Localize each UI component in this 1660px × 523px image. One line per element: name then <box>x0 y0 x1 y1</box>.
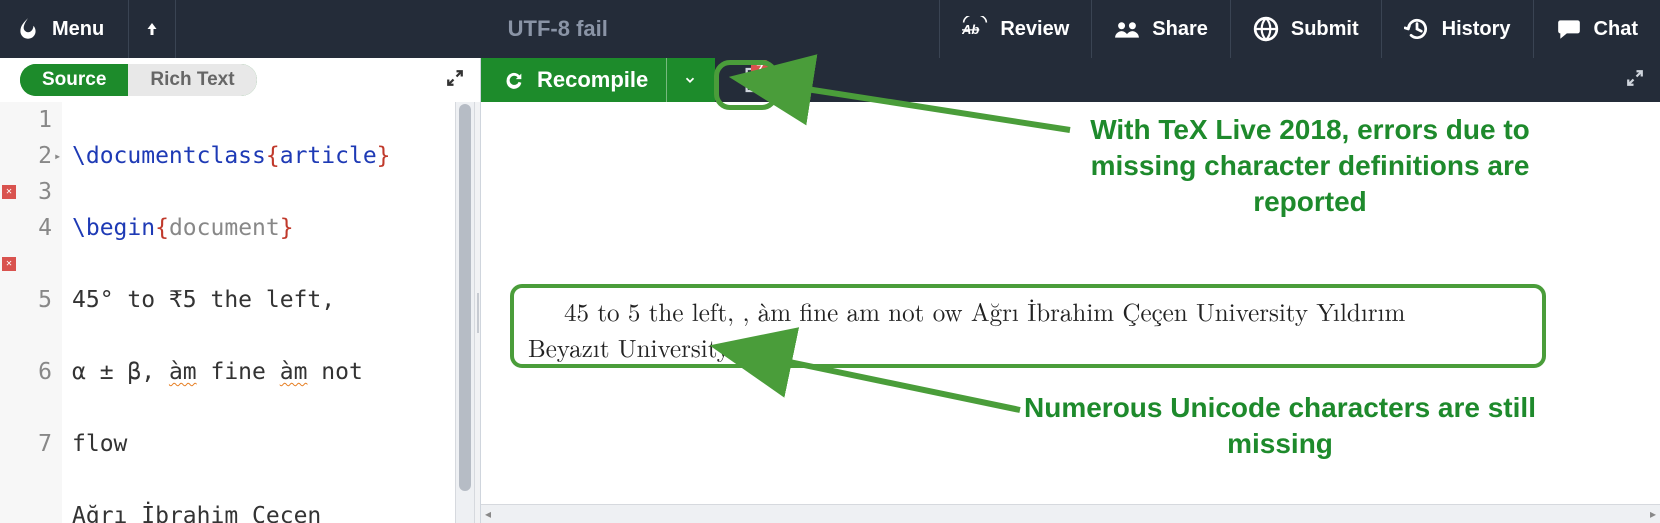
line-number: 4 <box>16 210 52 246</box>
share-icon <box>1114 16 1140 42</box>
menu-button[interactable]: Menu <box>46 0 128 58</box>
download-icon <box>788 69 810 91</box>
line-number: 7 <box>16 426 52 462</box>
recompile-dropdown-icon[interactable] <box>666 58 697 102</box>
preview-toolbar: Recompile 7 <box>481 58 1660 102</box>
chat-button[interactable]: Chat <box>1533 0 1660 58</box>
share-label: Share <box>1152 18 1208 41</box>
editor-pane: Source Rich Text 1 2 3 4 5 6 <box>0 58 481 523</box>
error-marker-icon[interactable] <box>2 257 16 271</box>
top-actions: Ab Review Share Submit History Chat <box>939 0 1660 58</box>
recompile-button[interactable]: Recompile <box>481 58 715 102</box>
chat-icon <box>1556 16 1582 42</box>
line-number: 3 <box>16 174 52 210</box>
pdf-output-highlight: 45 to 5 the left, , àm fine am not ow Ağ… <box>510 284 1546 368</box>
overleaf-logo-icon[interactable] <box>10 0 46 58</box>
code-content[interactable]: \documentclass{article} \begin{document}… <box>62 102 455 523</box>
review-icon: Ab <box>962 16 988 42</box>
menu-label: Menu <box>52 18 104 41</box>
submit-label: Submit <box>1291 18 1359 41</box>
line-number: 2 <box>16 138 52 174</box>
line-number <box>16 318 52 354</box>
logs-button[interactable]: 7 <box>727 58 781 102</box>
refresh-icon <box>503 69 525 91</box>
error-gutter <box>0 102 16 523</box>
download-pdf-button[interactable] <box>781 58 817 102</box>
line-number: 1 <box>16 102 52 138</box>
annotation-text-1: With TeX Live 2018, errors due to missin… <box>1070 112 1550 220</box>
line-number: 5 <box>16 282 52 318</box>
submit-button[interactable]: Submit <box>1230 0 1381 58</box>
history-label: History <box>1442 18 1511 41</box>
chat-label: Chat <box>1594 18 1638 41</box>
editor-vertical-scrollbar[interactable] <box>455 102 474 523</box>
line-number-gutter: 1 2 3 4 5 6 7 <box>16 102 62 523</box>
line-number <box>16 246 52 282</box>
pane-resize-handle[interactable] <box>474 102 480 523</box>
expand-editor-icon[interactable] <box>446 69 464 92</box>
history-icon <box>1404 16 1430 42</box>
annotation-text-2: Numerous Unicode characters are still mi… <box>1010 390 1550 462</box>
editor-tab-bar: Source Rich Text <box>0 58 480 102</box>
share-button[interactable]: Share <box>1091 0 1230 58</box>
recompile-label: Recompile <box>537 67 648 93</box>
review-label: Review <box>1000 18 1069 41</box>
review-button[interactable]: Ab Review <box>939 0 1091 58</box>
back-to-projects-button[interactable] <box>128 0 176 58</box>
pdf-text-line: Beyazıt University <box>528 330 730 365</box>
line-number: 6 <box>16 354 52 390</box>
svg-text:Ab: Ab <box>962 22 979 37</box>
richtext-tab[interactable]: Rich Text <box>128 64 256 96</box>
code-editor[interactable]: 1 2 3 4 5 6 7 \documentclass{article} \b… <box>0 102 480 523</box>
pdf-text-line: 45 to 5 the left, , àm fine am not ow Ağ… <box>564 294 1405 329</box>
editor-mode-toggle: Source Rich Text <box>20 64 257 96</box>
project-title[interactable]: UTF-8 fail <box>176 0 939 58</box>
expand-preview-icon[interactable] <box>1626 69 1644 92</box>
history-button[interactable]: History <box>1381 0 1533 58</box>
source-tab[interactable]: Source <box>20 64 128 96</box>
error-count-badge: 7 <box>751 60 768 77</box>
line-number <box>16 390 52 426</box>
error-marker-icon[interactable] <box>2 185 16 199</box>
top-toolbar: Menu UTF-8 fail Ab Review Share Submit H… <box>0 0 1660 58</box>
preview-horizontal-scrollbar[interactable] <box>481 504 1660 523</box>
submit-icon <box>1253 16 1279 42</box>
